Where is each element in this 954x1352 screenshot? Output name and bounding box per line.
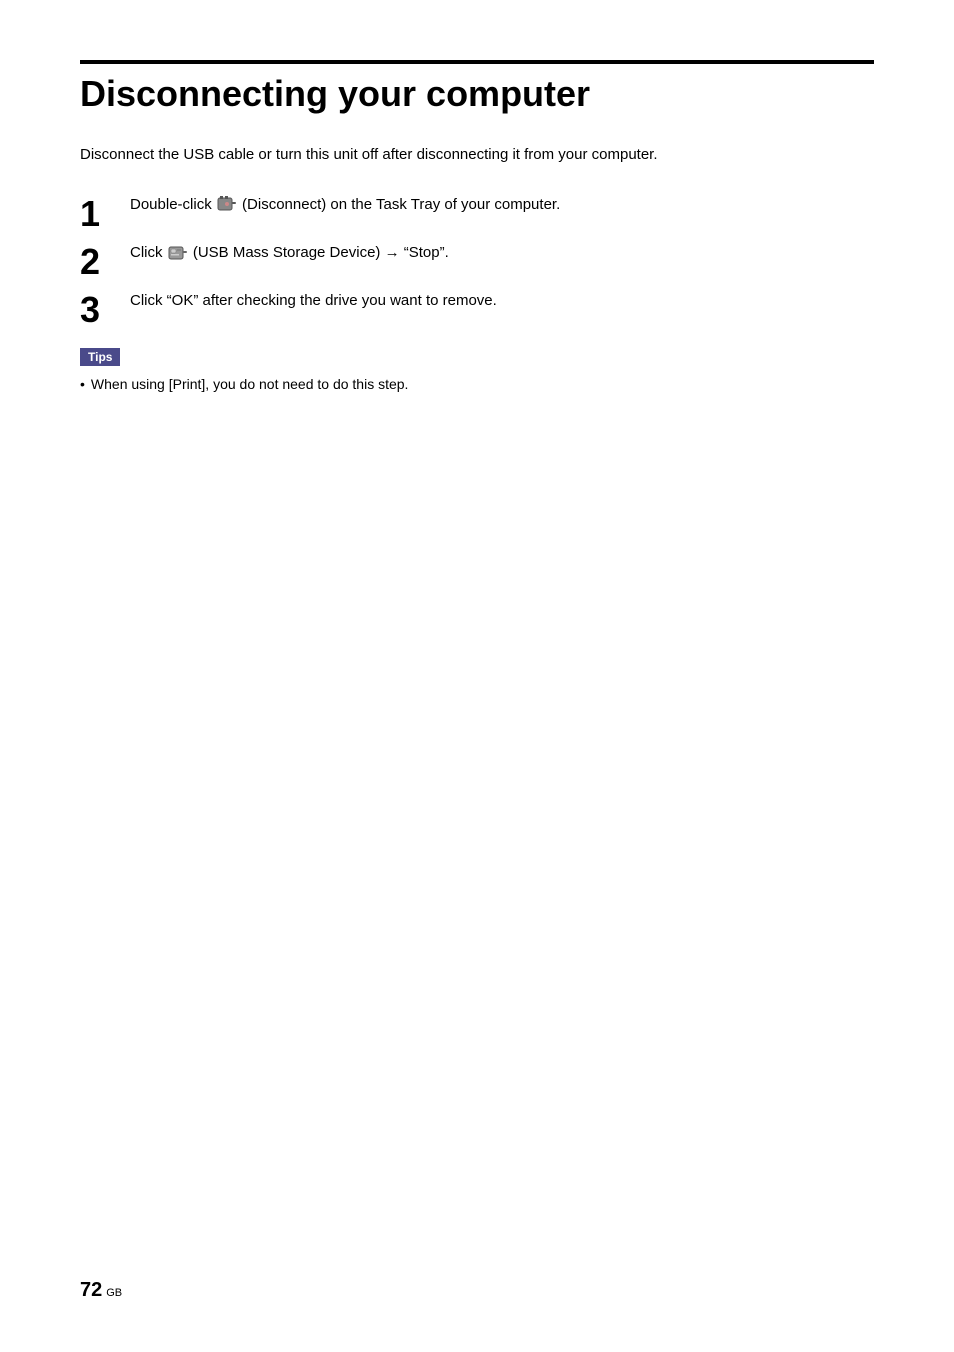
step-2-text-before: Click: [130, 244, 163, 261]
step-1: 1 Double-click (Disconnect) on the Task …: [80, 194, 874, 232]
steps-container: 1 Double-click (Disconnect) on the Task …: [80, 194, 874, 328]
step-number-2: 2: [80, 242, 130, 280]
step-3: 3 Click “OK” after checking the drive yo…: [80, 290, 874, 328]
step-number-3: 3: [80, 290, 130, 328]
page-footer: 72 GB: [80, 1279, 122, 1302]
intro-text: Disconnect the USB cable or turn this un…: [80, 144, 874, 167]
tips-bullet-1: • When using [Print], you do not need to…: [80, 374, 874, 395]
step-2-content: Click (USB Mass Storage Device) → “Stop”…: [130, 242, 874, 265]
step-number-1: 1: [80, 194, 130, 232]
step-2-text-after: (USB Mass Storage Device) → “Stop”.: [193, 244, 449, 261]
tips-item-1: When using [Print], you do not need to d…: [91, 374, 409, 395]
page-container: Disconnecting your computer Disconnect t…: [0, 0, 954, 455]
page-number: 72: [80, 1279, 102, 1302]
usb-mass-storage-icon: [167, 242, 189, 264]
tips-section: Tips • When using [Print], you do not ne…: [80, 348, 874, 395]
step-1-text-after: (Disconnect) on the Task Tray of your co…: [242, 196, 560, 213]
page-title: Disconnecting your computer: [80, 74, 874, 114]
step-3-content: Click “OK” after checking the drive you …: [130, 290, 874, 313]
page-suffix: GB: [106, 1287, 122, 1299]
tips-content: • When using [Print], you do not need to…: [80, 374, 874, 395]
step-1-text-before: Double-click: [130, 196, 212, 213]
step-1-content: Double-click (Disconnect) on the Task Tr…: [130, 194, 874, 217]
tips-label: Tips: [80, 348, 120, 366]
step-3-text: Click “OK” after checking the drive you …: [130, 292, 497, 309]
title-bar: Disconnecting your computer: [80, 60, 874, 114]
bullet-dot: •: [80, 374, 85, 395]
disconnect-icon: [216, 194, 238, 216]
step-2: 2 Click (USB Mass Storage Device) → “Sto…: [80, 242, 874, 280]
